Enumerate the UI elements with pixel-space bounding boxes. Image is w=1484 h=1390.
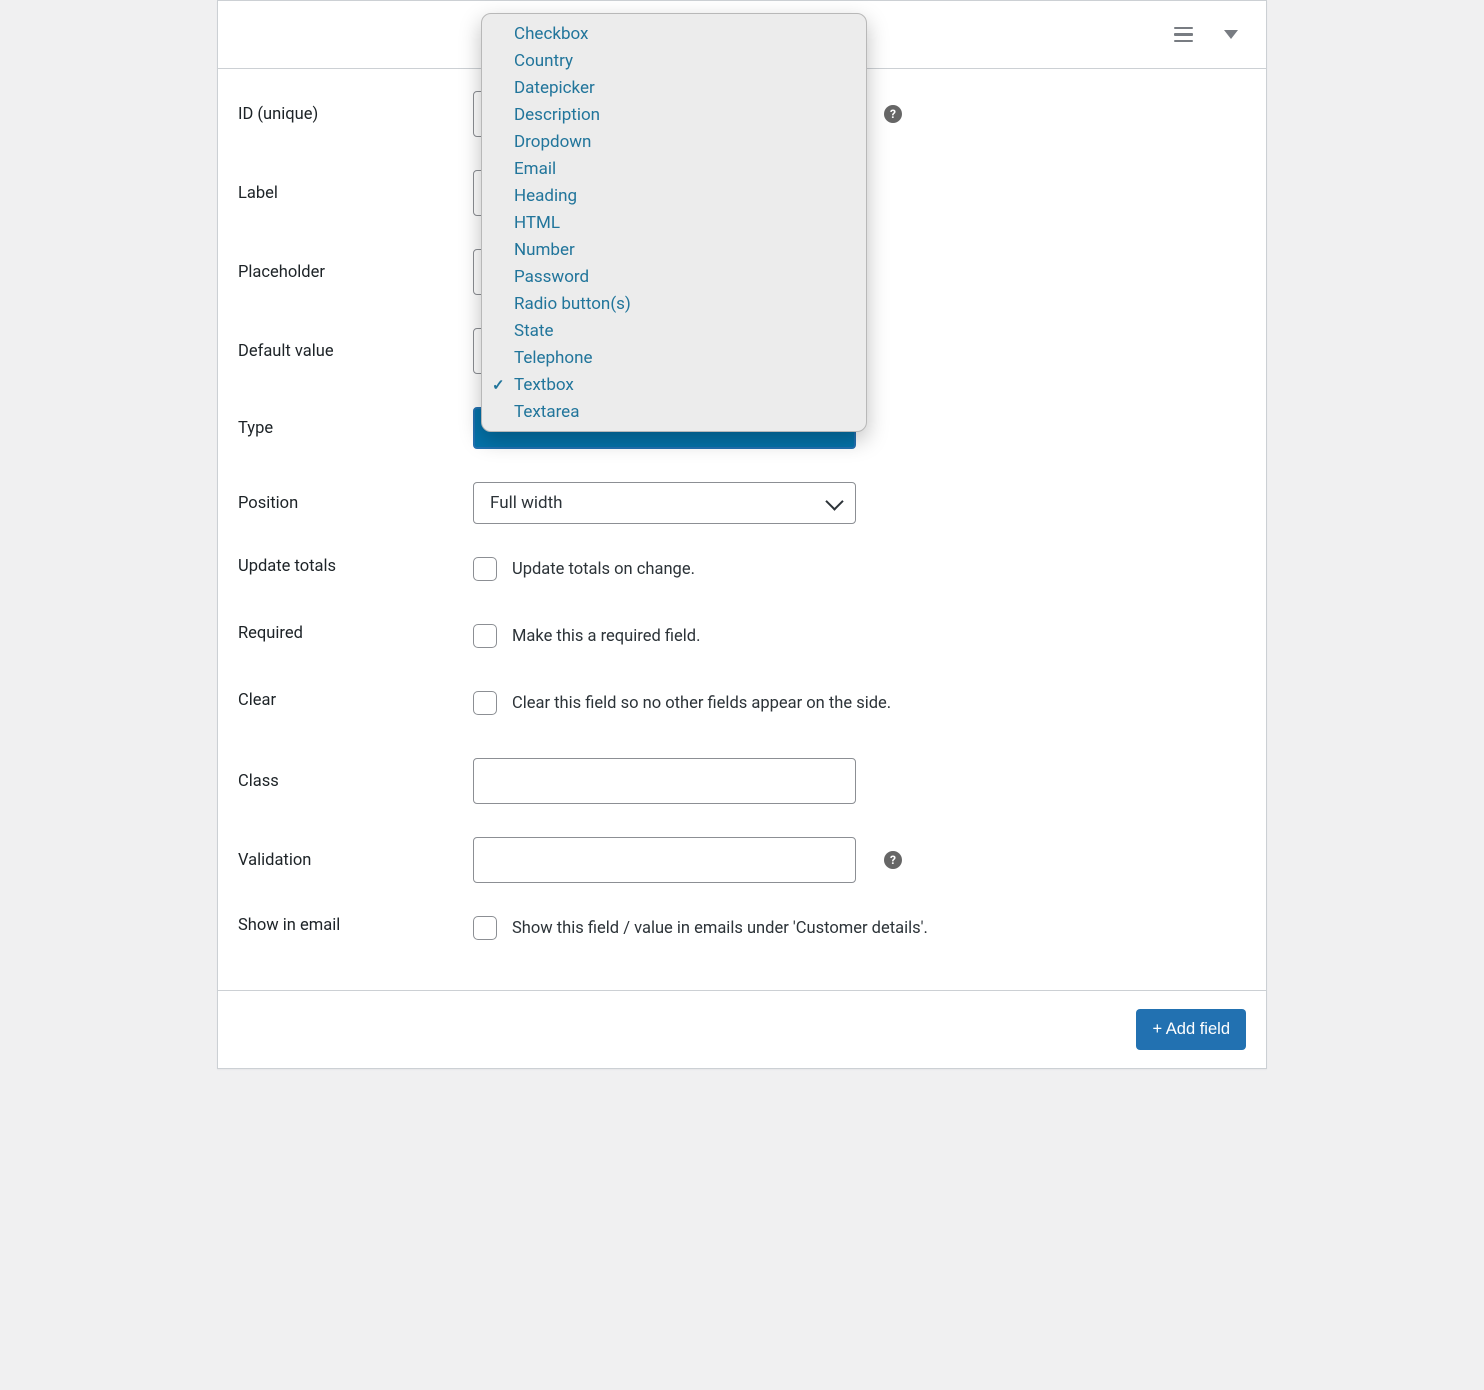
label-type: Type [238,419,473,438]
label-class: Class [238,772,473,791]
label-position: Position [238,494,473,513]
dropdown-option-textbox[interactable]: ✓ Textbox [482,371,866,398]
dropdown-option-label: State [514,321,553,341]
checkbox-clear[interactable] [473,691,497,715]
dropdown-option-label: HTML [514,213,560,233]
row-position: Position Full width [238,482,1246,524]
row-clear: Clear Clear this field so no other field… [238,691,1246,725]
dropdown-option-email[interactable]: Email [482,155,866,182]
check-icon: ✓ [492,376,505,394]
dropdown-option-textarea[interactable]: Textarea [482,398,866,425]
dropdown-option-description[interactable]: Description [482,101,866,128]
dropdown-option-label: Telephone [514,348,593,368]
dropdown-option-label: Password [514,267,589,287]
cb-label-update-totals: Update totals on change. [512,560,695,579]
label-label: Label [238,184,473,203]
label-required: Required [238,624,473,643]
row-update-totals: Update totals Update totals on change. [238,557,1246,591]
chevron-down-icon[interactable] [1214,18,1248,52]
dropdown-option-html[interactable]: HTML [482,209,866,236]
input-validation[interactable] [473,837,856,883]
dropdown-option-label: Heading [514,186,577,206]
panel-footer: + Add field [218,990,1266,1068]
dropdown-option-radio-button-s-[interactable]: Radio button(s) [482,290,866,317]
help-icon[interactable]: ? [884,851,902,869]
dropdown-option-datepicker[interactable]: Datepicker [482,74,866,101]
label-placeholder: Placeholder [238,263,473,282]
dropdown-option-label: Textbox [514,375,574,395]
input-class[interactable] [473,758,856,804]
dropdown-option-heading[interactable]: Heading [482,182,866,209]
select-position[interactable]: Full width [473,482,856,524]
dropdown-option-label: Number [514,240,575,260]
label-validation: Validation [238,851,473,870]
dropdown-option-password[interactable]: Password [482,263,866,290]
row-show-in-email: Show in email Show this field / value in… [238,916,1246,950]
dropdown-option-checkbox[interactable]: Checkbox [482,20,866,47]
select-position-value: Full width [490,493,563,513]
label-clear: Clear [238,691,473,710]
dropdown-option-label: Datepicker [514,78,595,98]
dropdown-option-country[interactable]: Country [482,47,866,74]
cb-label-show-in-email: Show this field / value in emails under … [512,919,928,938]
dropdown-option-telephone[interactable]: Telephone [482,344,866,371]
dropdown-option-label: Description [514,105,600,125]
checkbox-required[interactable] [473,624,497,648]
chevron-down-icon [827,499,841,507]
dropdown-option-label: Dropdown [514,132,591,152]
label-id: ID (unique) [238,105,473,124]
dropdown-option-state[interactable]: State [482,317,866,344]
dropdown-option-label: Email [514,159,556,179]
dropdown-option-label: Country [514,51,573,71]
label-default-value: Default value [238,342,473,361]
label-show-in-email: Show in email [238,916,473,935]
menu-icon[interactable] [1166,18,1200,52]
row-validation: Validation ? [238,837,1246,883]
type-dropdown-menu: Checkbox Country Datepicker Description Drop… [481,13,867,432]
cb-label-clear: Clear this field so no other fields appe… [512,694,891,713]
cb-label-required: Make this a required field. [512,627,700,646]
dropdown-option-label: Checkbox [514,24,588,44]
label-update-totals: Update totals [238,557,473,576]
dropdown-option-label: Textarea [514,402,579,422]
dropdown-option-label: Radio button(s) [514,294,631,314]
checkbox-update-totals[interactable] [473,557,497,581]
row-required: Required Make this a required field. [238,624,1246,658]
dropdown-option-dropdown[interactable]: Dropdown [482,128,866,155]
checkbox-show-in-email[interactable] [473,916,497,940]
row-class: Class [238,758,1246,804]
help-icon[interactable]: ? [884,105,902,123]
dropdown-option-number[interactable]: Number [482,236,866,263]
add-field-button[interactable]: + Add field [1136,1009,1246,1050]
